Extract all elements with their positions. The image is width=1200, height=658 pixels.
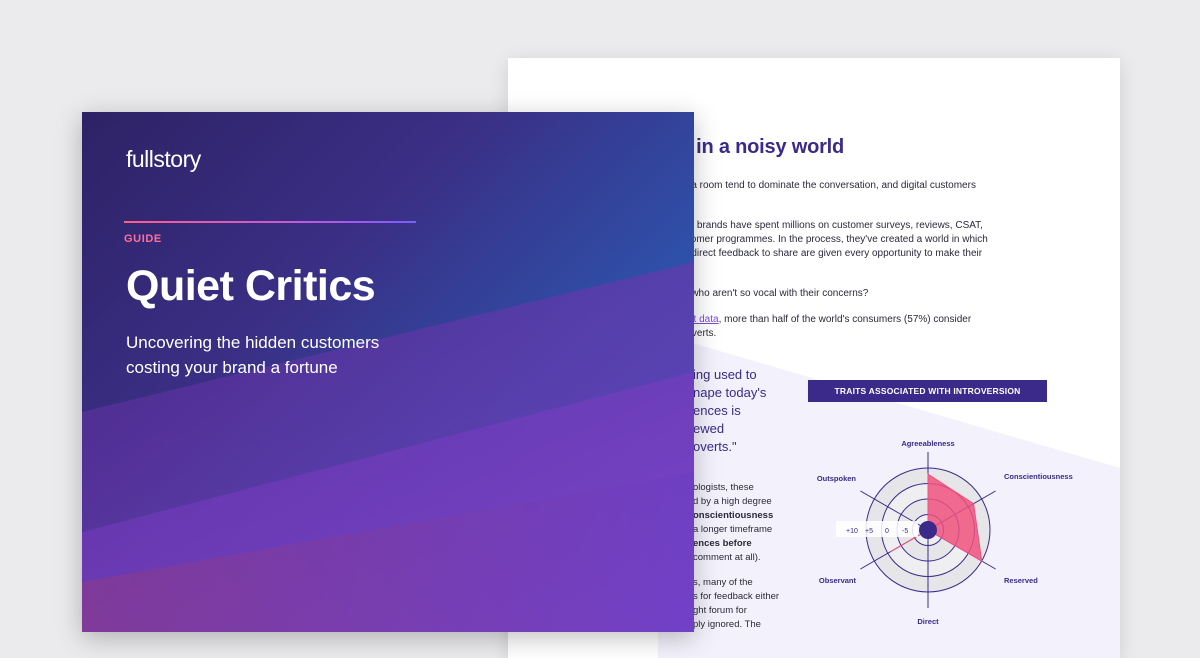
- intro-line: stomer programmes. In the process, they'…: [683, 234, 988, 245]
- body-line: a longer timeframe: [693, 524, 773, 535]
- radar-chart: +10 +5 0 -5 Agreeableness Conscientiousness Re…: [817, 439, 1073, 626]
- stat-line: est data, more than half of the world's …: [683, 314, 971, 325]
- guide-cover: fullstory GUIDE Quiet Critics Uncovering…: [82, 112, 694, 632]
- subtitle-line: costing your brand a fortune: [126, 358, 338, 377]
- body-line: comment at all).: [693, 552, 761, 563]
- body-line: d by a high degree: [693, 496, 772, 507]
- body-line: onscientiousness: [693, 510, 774, 521]
- axis-label: Observant: [819, 576, 857, 585]
- radar-center-dot: [919, 521, 937, 539]
- scale-label: +10: [846, 528, 858, 535]
- pull-quote-line: ences is: [693, 403, 741, 418]
- axis-label: Conscientiousness: [1004, 472, 1073, 481]
- body-line: s for feedback either: [693, 591, 780, 602]
- intro-line: h direct feedback to share are given eve…: [683, 248, 983, 259]
- body-line: ologists, these: [693, 482, 754, 493]
- cover-title: Quiet Critics: [126, 262, 376, 310]
- subtitle-line: Uncovering the hidden customers: [126, 333, 380, 352]
- intro-line: n a room tend to dominate the conversati…: [683, 180, 976, 191]
- chart-title: TRAITS ASSOCIATED WITH INTROVERSION: [808, 380, 1047, 402]
- body-line: ght forum for: [693, 605, 747, 616]
- body-bold: ences before: [693, 538, 752, 549]
- pull-quote-line: overts.": [693, 439, 737, 454]
- pull-quote-line: ewed: [693, 421, 725, 436]
- intro-line: e who aren't so vocal with their concern…: [683, 288, 869, 299]
- fullstory-logo: fullstory: [126, 146, 201, 172]
- scale-label: +5: [865, 528, 873, 535]
- scale-label: -5: [902, 528, 908, 535]
- cover-subtitle: Uncovering the hidden customers costing …: [126, 330, 446, 380]
- axis-label: Reserved: [1004, 576, 1038, 585]
- guide-label: GUIDE: [124, 233, 162, 245]
- body-line: ply ignored. The: [693, 619, 761, 630]
- axis-label: Outspoken: [817, 474, 857, 483]
- pull-quote-line: nape today's: [693, 385, 767, 400]
- intro-line: ne brands have spent millions on custome…: [683, 220, 983, 231]
- accent-rule: [124, 221, 416, 223]
- scale-label: 0: [885, 528, 889, 535]
- pull-quote-line: ing used to: [693, 367, 757, 382]
- axis-label: Direct: [917, 617, 939, 626]
- section-heading: ces in a noisy world: [658, 136, 845, 158]
- axis-label: Agreeableness: [901, 439, 954, 448]
- body-line: ences before: [693, 538, 752, 549]
- body-line: s, many of the: [693, 577, 753, 588]
- stat-text: , more than half of the world's consumer…: [718, 314, 972, 325]
